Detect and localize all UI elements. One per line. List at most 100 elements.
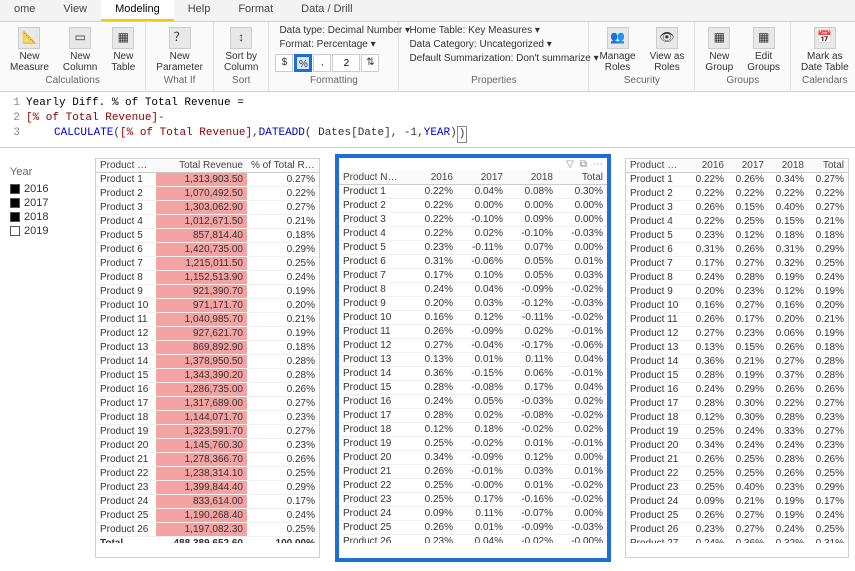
format-dropdown[interactable]: Format: Percentage ▾	[275, 38, 379, 51]
table-row[interactable]: Product 40.22%0.25%0.15%0.21%	[626, 215, 848, 229]
table-row[interactable]: Product 191,323,591.700.27%	[96, 425, 319, 439]
currency-button[interactable]: $	[275, 54, 293, 72]
table-row[interactable]: Product 180.12%0.30%0.28%0.23%	[626, 411, 848, 425]
revenue-table-visual[interactable]: Product NameTotal Revenue% of Total Reve…	[95, 158, 320, 558]
table-row[interactable]: Product 41,012,671.500.21%	[96, 215, 319, 229]
table-row[interactable]: Product 130.13%0.01%0.11%0.04%	[339, 353, 607, 367]
table-row[interactable]: Product 90.20%0.23%0.12%0.19%	[626, 285, 848, 299]
thousands-button[interactable]: ,	[313, 54, 331, 72]
table-row[interactable]: Product 50.23%-0.11%0.07%0.00%	[339, 241, 607, 255]
tab-datadrill[interactable]: Data / Drill	[287, 0, 366, 21]
percent-button[interactable]: %	[294, 54, 312, 72]
datacategory-dropdown[interactable]: Data Category: Uncategorized ▾	[405, 38, 555, 51]
table-row[interactable]: Product 80.24%0.28%0.19%0.24%	[626, 271, 848, 285]
table-row[interactable]: Product 170.28%0.30%0.22%0.27%	[626, 397, 848, 411]
hometable-dropdown[interactable]: Home Table: Key Measures ▾	[405, 24, 543, 37]
table-row[interactable]: Product 100.16%0.12%-0.11%-0.02%	[339, 311, 607, 325]
table-row[interactable]: Product 10.22%0.26%0.34%0.27%	[626, 173, 848, 187]
filter-icon[interactable]: ▽	[566, 159, 574, 170]
focus-icon[interactable]: ⧉	[580, 159, 587, 170]
slicer-item[interactable]: 2019	[10, 224, 70, 238]
table-row[interactable]: Product 30.26%0.15%0.40%0.27%	[626, 201, 848, 215]
table-row[interactable]: Product 110.26%0.17%0.20%0.21%	[626, 313, 848, 327]
table-row[interactable]: Product 140.36%-0.15%0.06%-0.01%	[339, 367, 607, 381]
table-row[interactable]: Product 160.24%0.29%0.26%0.26%	[626, 383, 848, 397]
table-row[interactable]: Product 270.24%0.36%0.32%0.31%	[626, 537, 848, 544]
table-row[interactable]: Product 40.22%0.02%-0.10%-0.03%	[339, 227, 607, 241]
slicer-item[interactable]: 2017	[10, 196, 70, 210]
table-row[interactable]: Product 221,238,314.100.25%	[96, 467, 319, 481]
table-row[interactable]: Product 251,190,268.400.24%	[96, 509, 319, 523]
more-icon[interactable]: ⋯	[593, 159, 603, 170]
table-row[interactable]: Product 181,144,071.700.23%	[96, 411, 319, 425]
table-row[interactable]: Product 250.26%0.01%-0.09%-0.03%	[339, 521, 607, 535]
mark-date-table-button[interactable]: 📅Mark as Date Table	[797, 25, 853, 75]
decimals-input[interactable]	[332, 54, 360, 72]
table-row[interactable]: Product 12927,621.700.19%	[96, 327, 319, 341]
table-row[interactable]: Product 71,215,011.500.25%	[96, 257, 319, 271]
table-row[interactable]: Product 260.23%0.27%0.24%0.25%	[626, 523, 848, 537]
tab-home[interactable]: ome	[0, 0, 49, 21]
table-row[interactable]: Product 21,070,492.500.22%	[96, 187, 319, 201]
table-row[interactable]: Product 151,343,390.200.28%	[96, 369, 319, 383]
table-row[interactable]: Product 120.27%0.23%0.06%0.19%	[626, 327, 848, 341]
table-row[interactable]: Product 10971,171.700.20%	[96, 299, 319, 313]
summarization-dropdown[interactable]: Default Summarization: Don't summarize ▾	[405, 52, 602, 65]
edit-groups-button[interactable]: ▦Edit Groups	[743, 25, 784, 75]
table-row[interactable]: Product 180.12%0.18%-0.02%0.02%	[339, 423, 607, 437]
table-row[interactable]: Product 120.27%-0.04%-0.17%-0.06%	[339, 339, 607, 353]
new-column-button[interactable]: ▭New Column	[59, 25, 101, 75]
table-row[interactable]: Product 11,313,903.500.27%	[96, 173, 319, 187]
table-row[interactable]: Product 80.24%0.04%-0.09%-0.02%	[339, 283, 607, 297]
table-row[interactable]: Product 231,399,844.400.29%	[96, 481, 319, 495]
table-row[interactable]: Product 70.17%0.10%0.05%0.03%	[339, 269, 607, 283]
year-slicer[interactable]: Year 2016201720182019	[10, 166, 70, 238]
table-row[interactable]: Product 161,286,735.000.26%	[96, 383, 319, 397]
new-group-button[interactable]: ▦New Group	[701, 25, 737, 75]
decimals-stepper[interactable]: ⇅	[361, 54, 379, 72]
table-row[interactable]: Product 20.22%0.22%0.22%0.22%	[626, 187, 848, 201]
table-row[interactable]: Product 210.26%-0.01%0.03%0.01%	[339, 465, 607, 479]
table-row[interactable]: Product 9921,390.700.19%	[96, 285, 319, 299]
table-row[interactable]: Product 20.22%0.00%0.00%0.00%	[339, 199, 607, 213]
table-row[interactable]: Product 31,303,062.900.27%	[96, 201, 319, 215]
table-row[interactable]: Product 220.25%-0.00%0.01%-0.02%	[339, 479, 607, 493]
table-row[interactable]: Product 260.23%0.04%-0.02%-0.00%	[339, 535, 607, 544]
new-measure-button[interactable]: 📐New Measure	[6, 25, 53, 75]
table-row[interactable]: Product 150.28%0.19%0.37%0.28%	[626, 369, 848, 383]
table-row[interactable]: Product 81,152,513.900.24%	[96, 271, 319, 285]
sort-by-column-button[interactable]: ↕Sort by Column	[220, 25, 262, 75]
table-row[interactable]: Product 201,145,760.300.23%	[96, 439, 319, 453]
table-row[interactable]: Product 150.28%-0.08%0.17%0.04%	[339, 381, 607, 395]
new-parameter-button[interactable]: ？New Parameter	[152, 25, 207, 75]
table-row[interactable]: Product 110.26%-0.09%0.02%-0.01%	[339, 325, 607, 339]
table-row[interactable]: Product 230.25%0.40%0.23%0.29%	[626, 481, 848, 495]
table-row[interactable]: Product 170.28%0.02%-0.08%-0.02%	[339, 409, 607, 423]
table-row[interactable]: Product 24833,614.000.17%	[96, 495, 319, 509]
tab-format[interactable]: Format	[224, 0, 287, 21]
tab-help[interactable]: Help	[174, 0, 225, 21]
table-row[interactable]: Product 111,040,985.700.21%	[96, 313, 319, 327]
table-row[interactable]: Product 60.31%0.26%0.31%0.29%	[626, 243, 848, 257]
table-row[interactable]: Product 160.24%0.05%-0.03%0.02%	[339, 395, 607, 409]
table-row[interactable]: Product 200.34%-0.09%0.12%0.00%	[339, 451, 607, 465]
table-row[interactable]: Product 261,197,082.300.25%	[96, 523, 319, 537]
table-row[interactable]: Product 130.13%0.15%0.26%0.18%	[626, 341, 848, 355]
table-row[interactable]: Product 60.31%-0.06%0.05%0.01%	[339, 255, 607, 269]
formula-bar[interactable]: 1Yearly Diff. % of Total Revenue = 2[% o…	[0, 92, 855, 148]
pct-matrix-visual[interactable]: Product Name201620172018Total Product 10…	[625, 158, 849, 558]
table-row[interactable]: Product 13869,892.900.18%	[96, 341, 319, 355]
manage-roles-button[interactable]: 👥Manage Roles	[595, 25, 639, 75]
table-row[interactable]: Product 70.17%0.27%0.32%0.25%	[626, 257, 848, 271]
table-row[interactable]: Product 220.25%0.25%0.26%0.25%	[626, 467, 848, 481]
table-row[interactable]: Product 50.23%0.12%0.18%0.18%	[626, 229, 848, 243]
tab-modeling[interactable]: Modeling	[101, 0, 174, 21]
slicer-item[interactable]: 2016	[10, 182, 70, 196]
table-row[interactable]: Product 190.25%-0.02%0.01%-0.01%	[339, 437, 607, 451]
table-row[interactable]: Product 210.26%0.25%0.28%0.26%	[626, 453, 848, 467]
table-row[interactable]: Product 140.36%0.21%0.27%0.28%	[626, 355, 848, 369]
table-row[interactable]: Product 30.22%-0.10%0.09%0.00%	[339, 213, 607, 227]
tab-view[interactable]: View	[49, 0, 101, 21]
table-row[interactable]: Product 230.25%0.17%-0.16%-0.02%	[339, 493, 607, 507]
table-row[interactable]: Product 240.09%0.21%0.19%0.17%	[626, 495, 848, 509]
